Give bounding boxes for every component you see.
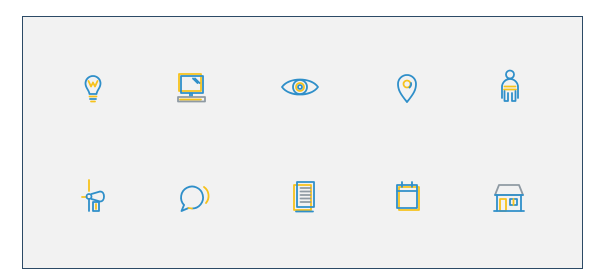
- computer-monitor-icon: [171, 67, 211, 107]
- calendar-icon: 03: [388, 177, 428, 217]
- calendar-date-text: 03: [402, 195, 412, 205]
- lightbulb-icon: [73, 67, 113, 107]
- icon-set-panel: 03: [22, 16, 583, 269]
- house-icon: [489, 177, 529, 217]
- speech-bubble-icon: [176, 177, 216, 217]
- eye-icon: [280, 67, 320, 107]
- location-pin-icon: [387, 67, 427, 107]
- wind-turbine-icon: [73, 177, 113, 217]
- person-icon: [490, 67, 530, 107]
- documents-icon: [285, 177, 325, 217]
